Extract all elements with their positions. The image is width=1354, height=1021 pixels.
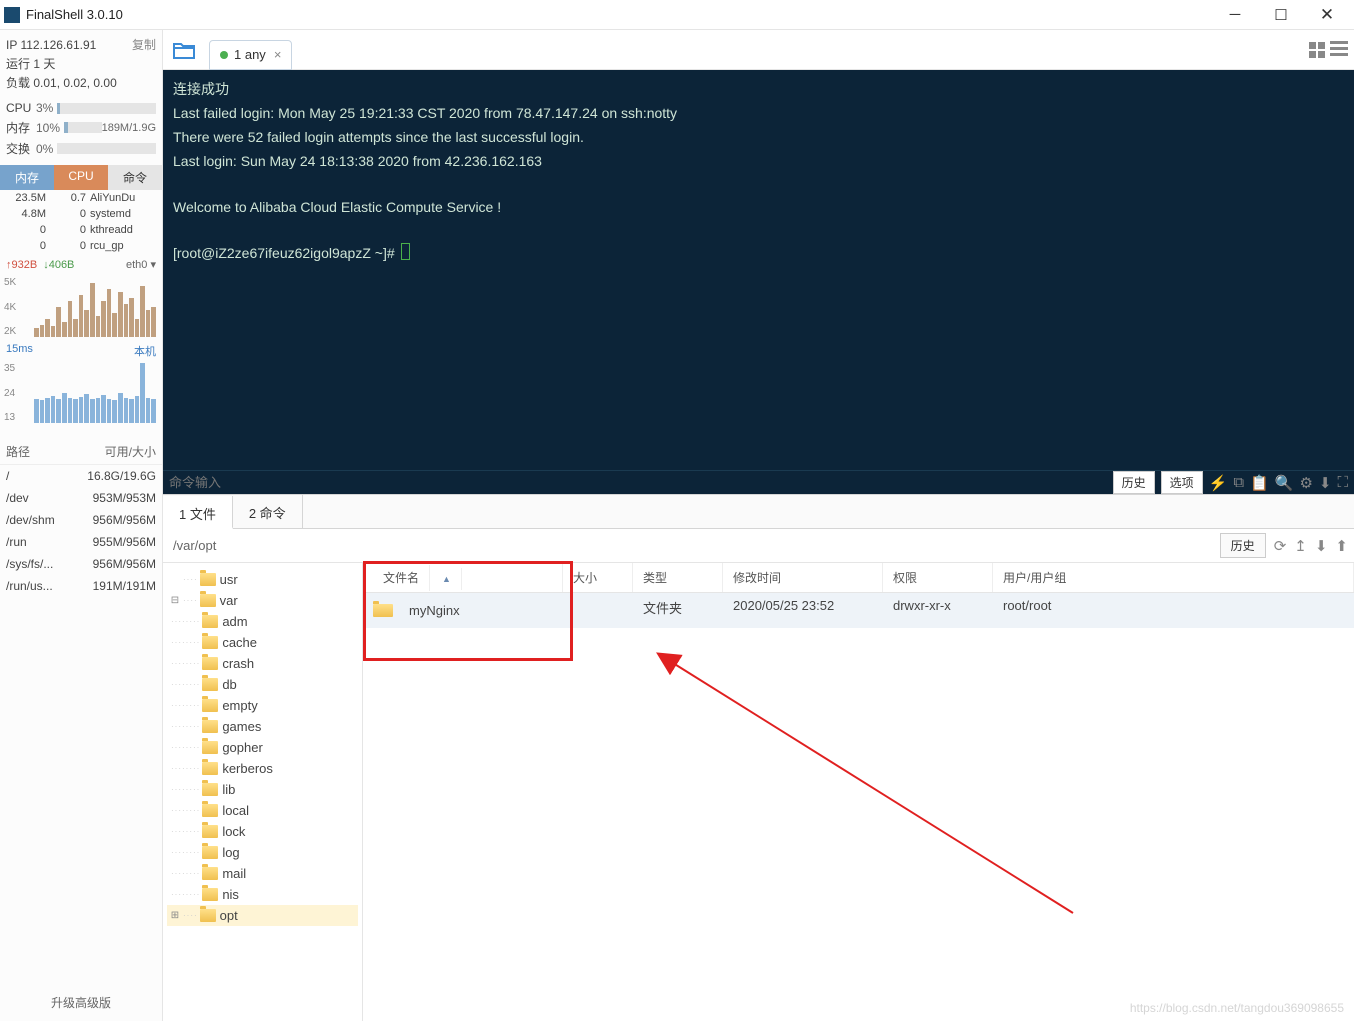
proc-tab-cpu[interactable]: CPU: [54, 165, 108, 190]
expand-icon[interactable]: ⛶: [1337, 474, 1348, 491]
bolt-icon[interactable]: ⚡: [1209, 474, 1228, 492]
swap-val: 0%: [36, 142, 53, 156]
download-icon[interactable]: ⬇: [1319, 474, 1332, 492]
proc-tab-cmd[interactable]: 命令: [108, 165, 162, 190]
tab-label: 1 any: [234, 47, 266, 62]
open-folder-button[interactable]: [169, 36, 199, 64]
mem-extra: 189M/1.9G: [102, 122, 156, 134]
column-headers[interactable]: 文件名▲ 大小 类型 修改时间 权限 用户/用户组: [363, 563, 1354, 593]
command-bar: 历史 选项 ⚡ ⧉ 📋 🔍 ⚙ ⬇ ⛶: [163, 470, 1354, 494]
maximize-button[interactable]: ☐: [1258, 0, 1304, 30]
directory-tree[interactable]: ····usr ⊟····var ········adm ········cac…: [163, 563, 363, 1021]
refresh-icon[interactable]: ⟳: [1274, 537, 1287, 555]
close-tab-icon[interactable]: ×: [274, 47, 282, 62]
proc-tab-mem[interactable]: 内存: [0, 165, 54, 190]
app-logo: [4, 7, 20, 23]
list-view-icon[interactable]: [1330, 41, 1348, 59]
path-input[interactable]: [169, 534, 1216, 557]
command-input[interactable]: [169, 475, 1113, 490]
lower-panel: 1 文件 2 命令 历史 ⟳ ↥ ⬇ ⬆ ····usr ⊟····var ··…: [163, 494, 1354, 1021]
cpu-label: CPU: [6, 101, 36, 115]
folder-icon: [373, 604, 393, 617]
process-tabs[interactable]: 内存 CPU 命令: [0, 165, 162, 190]
load-label: 负载 0.01, 0.02, 0.00: [6, 74, 156, 93]
download2-icon[interactable]: ⬇: [1315, 537, 1328, 555]
tabbar: 1 any ×: [163, 30, 1354, 70]
search-icon[interactable]: 🔍: [1275, 474, 1294, 492]
titlebar: FinalShell 3.0.10 ─ ☐ ✕: [0, 0, 1354, 30]
net-iface[interactable]: eth0 ▾: [126, 258, 156, 271]
upgrade-link[interactable]: 升级高级版: [0, 984, 162, 1021]
ping-ms: 15ms: [6, 343, 33, 359]
options-button[interactable]: 选项: [1161, 471, 1203, 494]
watermark: https://blog.csdn.net/tangdou369098655: [1130, 1001, 1344, 1015]
file-row[interactable]: myNginx 文件夹 2020/05/25 23:52 drwxr-xr-x …: [363, 593, 1354, 628]
minimize-button[interactable]: ─: [1212, 0, 1258, 30]
copy-button[interactable]: 复制: [132, 36, 156, 55]
path-bar: 历史 ⟳ ↥ ⬇ ⬆: [163, 529, 1354, 563]
mem-label: 内存: [6, 119, 36, 136]
history-button[interactable]: 历史: [1113, 471, 1155, 494]
uptime-label: 运行 1 天: [6, 55, 156, 74]
mem-val: 10%: [36, 121, 60, 135]
gear-icon[interactable]: ⚙: [1299, 474, 1312, 492]
filesystem-table: 路径可用/大小 /16.8G/19.6G /dev953M/953M /dev/…: [0, 439, 162, 597]
app-title: FinalShell 3.0.10: [26, 7, 1212, 22]
copy-icon[interactable]: ⧉: [1233, 474, 1244, 491]
process-table: 23.5M0.7AliYunDu 4.8M0systemd 00kthreadd…: [0, 190, 162, 254]
close-button[interactable]: ✕: [1304, 0, 1350, 30]
session-tab[interactable]: 1 any ×: [209, 40, 292, 70]
status-dot-icon: [220, 51, 228, 59]
grid-view-icon[interactable]: [1308, 41, 1326, 59]
sort-asc-icon: ▲: [432, 568, 462, 590]
path-history-button[interactable]: 历史: [1220, 533, 1266, 558]
ip-label: IP 112.126.61.91: [6, 36, 96, 55]
upload-icon[interactable]: ⬆: [1335, 537, 1348, 555]
paste-icon[interactable]: 📋: [1250, 474, 1269, 492]
file-list: 文件名▲ 大小 类型 修改时间 权限 用户/用户组 myNginx 文件夹 20…: [363, 563, 1354, 1021]
cpu-val: 3%: [36, 101, 53, 115]
swap-label: 交换: [6, 140, 36, 157]
cursor-icon: [401, 243, 410, 260]
net-down: ↓406B: [43, 259, 74, 271]
sidebar: IP 112.126.61.91 复制 运行 1 天 负载 0.01, 0.02,…: [0, 30, 163, 1021]
annotation-arrow: [573, 623, 1093, 933]
ping-chart: 352413: [34, 363, 156, 423]
net-up: ↑932B: [6, 259, 37, 271]
tab-files[interactable]: 1 文件: [163, 496, 233, 529]
net-chart: 5K4K2K: [34, 277, 156, 337]
ping-host[interactable]: 本机: [134, 343, 156, 359]
terminal[interactable]: 连接成功 Last failed login: Mon May 25 19:21…: [163, 70, 1354, 470]
up-icon[interactable]: ↥: [1294, 537, 1307, 555]
tab-commands[interactable]: 2 命令: [233, 495, 303, 528]
